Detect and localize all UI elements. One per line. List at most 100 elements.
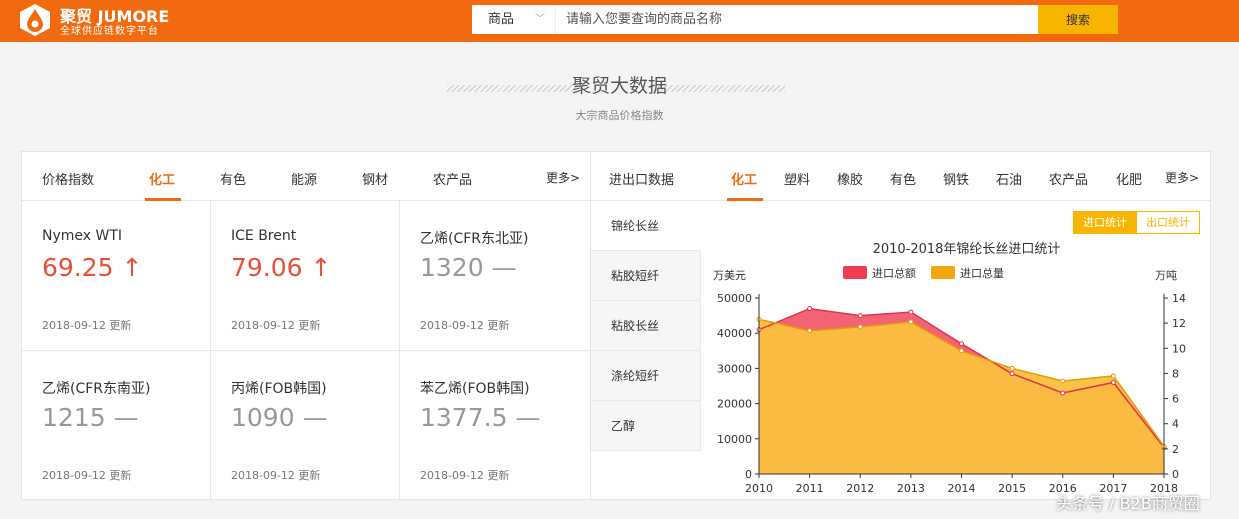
price-date: 2018-09-12 更新 [42, 319, 132, 332]
tab-agriculture[interactable]: 农产品 [433, 169, 472, 188]
chevron-down-icon: ﹀ [535, 14, 545, 25]
tab-steel[interactable]: 钢材 [362, 169, 388, 188]
search-category-select[interactable]: 商品 ﹀ [472, 5, 556, 34]
point-import-volume [1060, 378, 1066, 384]
drop-logo-icon[interactable] [18, 3, 52, 37]
logo-subtitle: 全球供应链数字平台 [60, 26, 159, 37]
y-left-tick-label: 20000 [717, 398, 752, 411]
price-date: 2018-09-12 更新 [42, 469, 132, 482]
y-axis-right-label: 万吨 [1155, 269, 1177, 282]
y-right-tick-label: 8 [1172, 367, 1179, 380]
search-button[interactable]: 搜索 [1038, 5, 1118, 34]
price-name: 乙烯(CFR东北亚) [420, 231, 529, 247]
point-import-volume [908, 319, 914, 325]
price-card[interactable]: Nymex WTI 69.25 ↑ 2018-09-12 更新 [22, 201, 211, 351]
point-import-value [857, 313, 863, 319]
import-chart: 2010-2018年锦纶长丝进口统计进口总额 进口总量 万美元 万吨 0 10000 200… [713, 242, 1186, 495]
tab-steel[interactable]: 钢铁 [943, 169, 969, 188]
y-left-tick-label: 0 [745, 468, 752, 481]
price-card[interactable]: 苯乙烯(FOB韩国) 1377.5 — 2018-09-12 更新 [400, 351, 589, 501]
price-value: 1320 — [420, 253, 517, 282]
tab-rubber[interactable]: 橡胶 [837, 169, 863, 188]
tab-agriculture[interactable]: 农产品 [1049, 169, 1088, 188]
x-tick-label: 2013 [897, 482, 925, 495]
y-right-tick-label: 0 [1172, 468, 1179, 481]
product-item[interactable]: 锦纶长丝 [591, 201, 701, 251]
point-import-volume [1009, 365, 1015, 371]
x-tick-label: 2012 [846, 482, 874, 495]
product-item[interactable]: 粘胶长丝 [591, 301, 701, 351]
price-card[interactable]: 丙烯(FOB韩国) 1090 — 2018-09-12 更新 [211, 351, 400, 501]
tab-nonferrous[interactable]: 有色 [220, 169, 246, 188]
x-tick-label: 2014 [948, 482, 976, 495]
price-card[interactable]: ICE Brent 79.06 ↑ 2018-09-12 更新 [211, 201, 400, 351]
price-more-link[interactable]: 更多> [546, 169, 580, 186]
search-input[interactable] [558, 5, 1036, 34]
y-left-tick-label: 50000 [717, 292, 752, 305]
price-value: 1090 — [231, 403, 328, 432]
price-value: 79.06 ↑ [231, 253, 332, 282]
product-item[interactable]: 乙醇 [591, 401, 701, 451]
tab-fertilizer[interactable]: 化肥 [1116, 169, 1142, 188]
point-import-volume [1110, 373, 1116, 379]
trade-tabbar: 进出口数据 化工 塑料 橡胶 有色 钢铁 石油 农产品 化肥 更多> [591, 152, 1210, 201]
y-right-tick-label: 4 [1172, 418, 1179, 431]
search-bar: 商品 ﹀ 搜索 [472, 5, 1118, 34]
tab-energy[interactable]: 能源 [291, 169, 317, 188]
price-date: 2018-09-12 更新 [420, 469, 510, 482]
y-right-tick-label: 6 [1172, 393, 1179, 406]
tab-chemical[interactable]: 化工 [731, 169, 757, 188]
point-import-value [908, 309, 914, 315]
price-name: Nymex WTI [42, 228, 123, 244]
price-value: 1377.5 — [420, 403, 541, 432]
price-name: 乙烯(CFR东南亚) [42, 381, 151, 397]
y-right-tick-label: 14 [1172, 292, 1186, 305]
x-tick-label: 2011 [796, 482, 824, 495]
price-date: 2018-09-12 更新 [231, 319, 321, 332]
x-tick-label: 2010 [745, 482, 773, 495]
import-stat-button[interactable]: 进口统计 [1073, 211, 1137, 234]
price-date: 2018-09-12 更新 [420, 319, 510, 332]
y-right-tick-label: 12 [1172, 317, 1186, 330]
price-name: 丙烯(FOB韩国) [231, 381, 327, 397]
trade-more-link[interactable]: 更多> [1165, 169, 1199, 186]
point-import-value [1009, 371, 1015, 377]
y-left-tick-label: 10000 [717, 433, 752, 446]
point-import-value [1110, 379, 1116, 385]
price-card[interactable]: 乙烯(CFR东南亚) 1215 — 2018-09-12 更新 [22, 351, 211, 501]
price-tabbar: 价格指数 化工 有色 能源 钢材 农产品 更多> [22, 152, 590, 201]
tab-plastic[interactable]: 塑料 [784, 169, 810, 188]
price-name: ICE Brent [231, 228, 297, 244]
export-stat-button[interactable]: 出口统计 [1136, 211, 1200, 234]
price-panel-heading: 价格指数 [42, 173, 95, 188]
stat-toggle: 进口统计 出口统计 [1073, 211, 1200, 234]
price-card[interactable]: 乙烯(CFR东北亚) 1320 — 2018-09-12 更新 [400, 201, 589, 351]
point-import-volume [857, 324, 863, 330]
y-left-tick-label: 40000 [717, 327, 752, 340]
x-tick-label: 2015 [998, 482, 1026, 495]
tab-nonferrous[interactable]: 有色 [890, 169, 916, 188]
point-import-value [1060, 390, 1066, 396]
legend-label-value: 进口总额 [872, 266, 916, 280]
price-name: 苯乙烯(FOB韩国) [420, 381, 530, 397]
trade-panel-heading: 进出口数据 [609, 173, 675, 188]
y-right-tick-label: 10 [1172, 342, 1186, 355]
legend-swatch-volume [931, 266, 955, 279]
point-import-volume [807, 328, 813, 334]
product-list: 锦纶长丝 粘胶短纤 粘胶长丝 涤纶短纤 乙醇 [591, 201, 701, 451]
tab-chemical[interactable]: 化工 [149, 169, 175, 188]
price-value: 69.25 ↑ [42, 253, 143, 282]
active-tab-underline [727, 198, 763, 201]
tab-oil[interactable]: 石油 [996, 169, 1022, 188]
import-export-panel: 进出口数据 化工 塑料 橡胶 有色 钢铁 石油 农产品 化肥 更多> 锦纶长丝 … [591, 151, 1211, 500]
legend-swatch-value [843, 266, 867, 279]
product-item[interactable]: 涤纶短纤 [591, 351, 701, 401]
point-import-value [807, 306, 813, 312]
y-right-tick-label: 2 [1172, 443, 1179, 456]
top-header: 聚贸 JUMORE 全球供应链数字平台 商品 ﹀ 搜索 [0, 0, 1239, 42]
search-category-label: 商品 [488, 12, 515, 27]
product-item[interactable]: 粘胶短纤 [591, 251, 701, 301]
legend-label-volume: 进口总量 [960, 266, 1004, 280]
point-import-value [959, 341, 964, 347]
price-date: 2018-09-12 更新 [231, 469, 321, 482]
